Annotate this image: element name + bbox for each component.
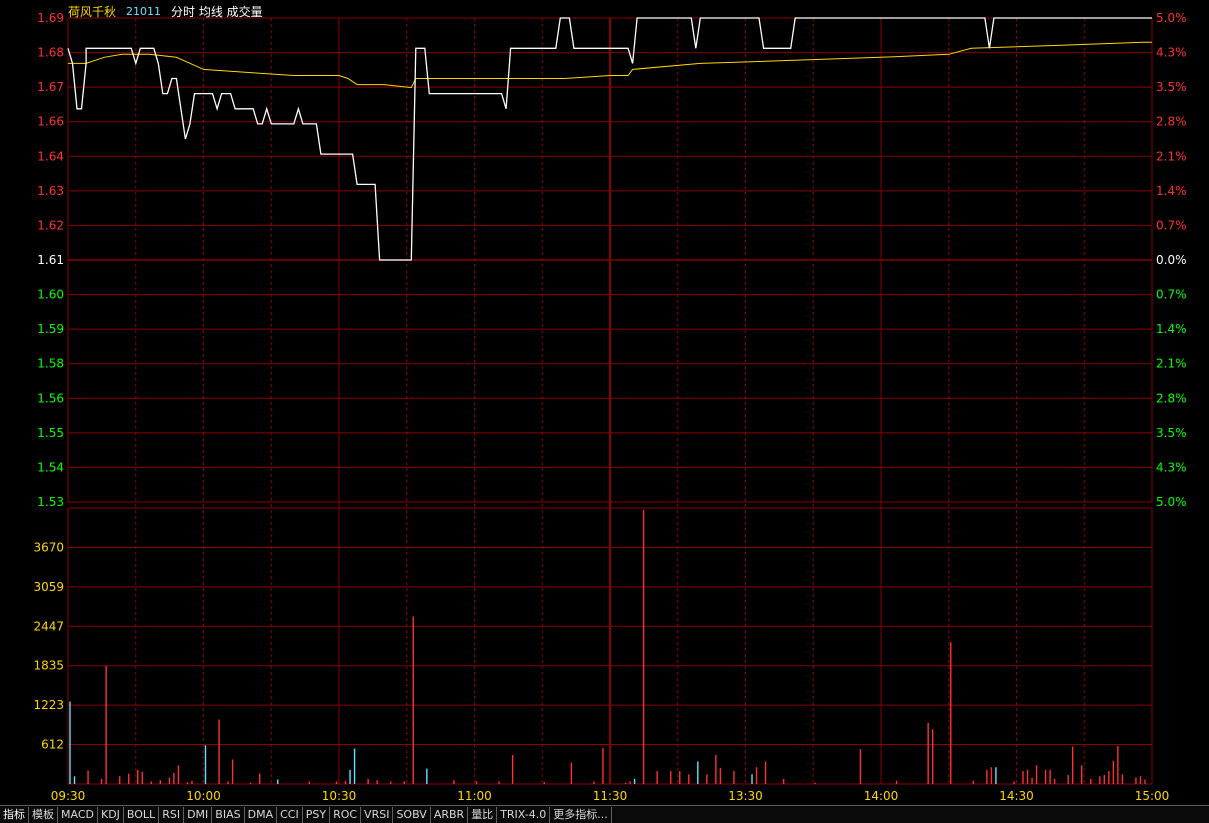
percent-axis-label: 2.1% [1156, 149, 1187, 163]
time-axis-label: 14:30 [999, 789, 1034, 803]
price-axis-label: 1.66 [37, 115, 64, 129]
price-axis-label: 1.53 [37, 495, 64, 509]
price-axis-label: 1.61 [37, 253, 64, 267]
price-axis-label: 1.55 [37, 426, 64, 440]
percent-axis-label: 0.7% [1156, 218, 1187, 232]
price-axis-label: 1.68 [37, 46, 64, 60]
price-axis-label: 1.60 [37, 288, 64, 302]
percent-axis-label: 2.1% [1156, 357, 1187, 371]
indicator-tab-12[interactable]: VRSI [361, 807, 394, 823]
indicator-tab-4[interactable]: BOLL [124, 807, 160, 823]
price-axis-label: 1.63 [37, 184, 64, 198]
percent-axis-label: 0.0% [1156, 253, 1187, 267]
indicator-tab-1[interactable]: 模板 [29, 807, 58, 823]
time-axis-label: 14:00 [864, 789, 899, 803]
indicator-tab-6[interactable]: DMI [184, 807, 213, 823]
percent-axis-label: 5.0% [1156, 11, 1187, 25]
time-axis-label: 11:00 [457, 789, 492, 803]
indicator-tab-5[interactable]: RSI [159, 807, 185, 823]
indicator-tab-17[interactable]: 更多指标... [550, 807, 612, 823]
time-axis-label: 09:30 [51, 789, 86, 803]
percent-axis-label: 4.3% [1156, 460, 1187, 474]
percent-axis-label: 1.4% [1156, 184, 1187, 198]
price-axis-label: 1.56 [37, 391, 64, 405]
price-axis-label: 1.54 [37, 460, 64, 474]
indicator-tab-9[interactable]: CCI [277, 807, 303, 823]
percent-axis-label: 3.5% [1156, 426, 1187, 440]
percent-axis-label: 2.8% [1156, 391, 1187, 405]
percent-axis-label: 1.4% [1156, 322, 1187, 336]
price-axis-label: 1.69 [37, 11, 64, 25]
indicator-tab-3[interactable]: KDJ [98, 807, 124, 823]
indicator-tab-14[interactable]: ARBR [431, 807, 469, 823]
volume-axis-label: 3670 [33, 540, 64, 554]
price-axis-label: 1.64 [37, 149, 64, 163]
chart-header: 荷风千秋 21011 分时 均线 成交量 [68, 3, 263, 19]
indicator-tab-8[interactable]: DMA [245, 807, 278, 823]
stock-name: 荷风千秋 [68, 4, 117, 19]
intraday-chart[interactable]: 1.69 5.0% 1.68 4.3% 1.67 3.5% 1.66 2.8% 1.64 2.1%… [0, 0, 1209, 805]
volume-axis-label: 1223 [33, 698, 64, 712]
indicator-tab-7[interactable]: BIAS [212, 807, 245, 823]
indicator-tab-bar: 指标 模板 MACD KDJ BOLL RSI DMI BIAS DMA CCI PSY ROC VRS… [0, 805, 1209, 823]
price-axis-label: 1.58 [37, 357, 64, 371]
volume-axis-label: 1835 [33, 659, 64, 673]
intraday-chart-window: 1.69 5.0% 1.68 4.3% 1.67 3.5% 1.66 2.8% 1.64 2.1%… [0, 0, 1209, 823]
price-axis-label: 1.59 [37, 322, 64, 336]
indicator-tab-13[interactable]: SOBV [393, 807, 431, 823]
volume-axis-label: 3059 [33, 580, 64, 594]
price-axis-label: 1.62 [37, 218, 64, 232]
percent-axis-label: 2.8% [1156, 115, 1187, 129]
indicator-tab-10[interactable]: PSY [303, 807, 331, 823]
time-axis-label: 11:30 [593, 789, 628, 803]
time-axis-label: 10:00 [186, 789, 221, 803]
time-axis-label: 13:30 [728, 789, 763, 803]
indicator-tab-0[interactable]: 指标 [0, 807, 29, 823]
indicator-tab-16[interactable]: TRIX-4.0 [497, 807, 551, 823]
legend-text: 分时 均线 成交量 [171, 4, 263, 19]
volume-axis-label: 612 [41, 738, 64, 752]
volume-axis-label: 2447 [33, 619, 64, 633]
indicator-tab-15[interactable]: 量比 [468, 807, 498, 823]
time-axis-label: 15:00 [1135, 789, 1170, 803]
percent-axis-label: 5.0% [1156, 495, 1187, 509]
stock-code: 21011 [126, 4, 162, 18]
price-axis-label: 1.67 [37, 80, 64, 94]
percent-axis-label: 0.7% [1156, 288, 1187, 302]
percent-axis-label: 4.3% [1156, 46, 1187, 60]
percent-axis-label: 3.5% [1156, 80, 1187, 94]
time-axis-label: 10:30 [322, 789, 357, 803]
indicator-tab-11[interactable]: ROC [330, 807, 362, 823]
indicator-tab-2[interactable]: MACD [58, 807, 98, 823]
